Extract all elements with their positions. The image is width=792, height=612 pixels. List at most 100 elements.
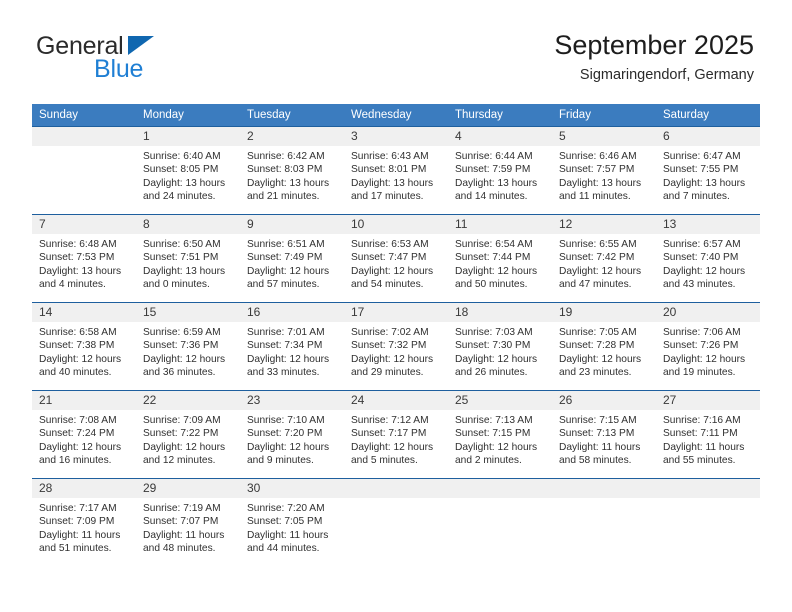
- sunset-text: Sunset: 7:17 PM: [351, 428, 427, 440]
- weekday-header-thursday: Thursday: [448, 104, 552, 126]
- calendar-cell-day-10[interactable]: 10 Sunrise: 6:53 AM Sunset: 7:47 PM Dayligh…: [344, 214, 448, 302]
- daylight-text: and 5 minutes.: [351, 454, 418, 466]
- day-cell[interactable]: 5 Sunrise: 6:46 AM Sunset: 7:57 PM Daylight…: [552, 126, 656, 214]
- daylight-text: and 51 minutes.: [39, 542, 112, 554]
- day-details: Sunrise: 7:08 AM Sunset: 7:24 PM Daylight:…: [32, 410, 136, 467]
- calendar-cell-day-14[interactable]: 14 Sunrise: 6:58 AM Sunset: 7:38 PM Dayligh…: [32, 302, 136, 390]
- calendar-cell-day-30[interactable]: 30 Sunrise: 7:20 AM Sunset: 7:05 PM Dayligh…: [240, 478, 344, 566]
- sunset-text: Sunset: 8:01 PM: [351, 164, 427, 176]
- calendar-cell-day-7[interactable]: 7 Sunrise: 6:48 AM Sunset: 7:53 PM Daylight…: [32, 214, 136, 302]
- day-cell[interactable]: 18 Sunrise: 7:03 AM Sunset: 7:30 PM Dayligh…: [448, 302, 552, 390]
- day-cell[interactable]: 21 Sunrise: 7:08 AM Sunset: 7:24 PM Dayligh…: [32, 390, 136, 478]
- daylight-text: Daylight: 12 hours: [247, 441, 330, 453]
- calendar-cell-day-8[interactable]: 8 Sunrise: 6:50 AM Sunset: 7:51 PM Daylight…: [136, 214, 240, 302]
- day-cell[interactable]: 23 Sunrise: 7:10 AM Sunset: 7:20 PM Dayligh…: [240, 390, 344, 478]
- day-cell[interactable]: 28 Sunrise: 7:17 AM Sunset: 7:09 PM Dayligh…: [32, 478, 136, 566]
- calendar-cell-day-6[interactable]: 6 Sunrise: 6:47 AM Sunset: 7:55 PM Daylight…: [656, 126, 760, 214]
- calendar-cell-day-20[interactable]: 20 Sunrise: 7:06 AM Sunset: 7:26 PM Dayligh…: [656, 302, 760, 390]
- day-details: Sunrise: 6:43 AM Sunset: 8:01 PM Daylight:…: [344, 146, 448, 203]
- sunset-text: Sunset: 7:40 PM: [663, 252, 739, 264]
- day-cell[interactable]: 14 Sunrise: 6:58 AM Sunset: 7:38 PM Dayligh…: [32, 302, 136, 390]
- calendar-cell-day-28[interactable]: 28 Sunrise: 7:17 AM Sunset: 7:09 PM Dayligh…: [32, 478, 136, 566]
- day-cell[interactable]: 25 Sunrise: 7:13 AM Sunset: 7:15 PM Dayligh…: [448, 390, 552, 478]
- day-number: 18: [448, 303, 552, 322]
- sunset-text: Sunset: 7:53 PM: [39, 252, 115, 264]
- calendar-cell-day-13[interactable]: 13 Sunrise: 6:57 AM Sunset: 7:40 PM Dayligh…: [656, 214, 760, 302]
- daylight-text: Daylight: 12 hours: [455, 265, 538, 277]
- day-details: [552, 498, 656, 502]
- day-cell[interactable]: 19 Sunrise: 7:05 AM Sunset: 7:28 PM Dayligh…: [552, 302, 656, 390]
- calendar-cell-day-21[interactable]: 21 Sunrise: 7:08 AM Sunset: 7:24 PM Dayligh…: [32, 390, 136, 478]
- day-cell[interactable]: 8 Sunrise: 6:50 AM Sunset: 7:51 PM Daylight…: [136, 214, 240, 302]
- day-number: 6: [656, 127, 760, 146]
- calendar-cell-day-1[interactable]: 1 Sunrise: 6:40 AM Sunset: 8:05 PM Daylight…: [136, 126, 240, 214]
- day-number: [344, 479, 448, 498]
- day-cell[interactable]: 30 Sunrise: 7:20 AM Sunset: 7:05 PM Dayligh…: [240, 478, 344, 566]
- calendar-cell-day-3[interactable]: 3 Sunrise: 6:43 AM Sunset: 8:01 PM Daylight…: [344, 126, 448, 214]
- calendar-cell-day-23[interactable]: 23 Sunrise: 7:10 AM Sunset: 7:20 PM Dayligh…: [240, 390, 344, 478]
- calendar-cell-empty: [552, 478, 656, 566]
- day-cell[interactable]: 4 Sunrise: 6:44 AM Sunset: 7:59 PM Daylight…: [448, 126, 552, 214]
- day-cell[interactable]: 26 Sunrise: 7:15 AM Sunset: 7:13 PM Dayligh…: [552, 390, 656, 478]
- daylight-text: Daylight: 13 hours: [247, 177, 330, 189]
- calendar-cell-day-4[interactable]: 4 Sunrise: 6:44 AM Sunset: 7:59 PM Daylight…: [448, 126, 552, 214]
- calendar-body: 1 Sunrise: 6:40 AM Sunset: 8:05 PM Daylight…: [32, 126, 760, 566]
- day-cell[interactable]: 29 Sunrise: 7:19 AM Sunset: 7:07 PM Dayligh…: [136, 478, 240, 566]
- day-cell[interactable]: 2 Sunrise: 6:42 AM Sunset: 8:03 PM Daylight…: [240, 126, 344, 214]
- calendar-cell-day-11[interactable]: 11 Sunrise: 6:54 AM Sunset: 7:44 PM Dayligh…: [448, 214, 552, 302]
- daylight-text: and 36 minutes.: [143, 366, 216, 378]
- day-number: 27: [656, 391, 760, 410]
- calendar-cell-day-24[interactable]: 24 Sunrise: 7:12 AM Sunset: 7:17 PM Dayligh…: [344, 390, 448, 478]
- calendar-cell-day-26[interactable]: 26 Sunrise: 7:15 AM Sunset: 7:13 PM Dayligh…: [552, 390, 656, 478]
- day-number: 2: [240, 127, 344, 146]
- day-number: 4: [448, 127, 552, 146]
- calendar-cell-day-9[interactable]: 9 Sunrise: 6:51 AM Sunset: 7:49 PM Daylight…: [240, 214, 344, 302]
- day-cell[interactable]: 11 Sunrise: 6:54 AM Sunset: 7:44 PM Dayligh…: [448, 214, 552, 302]
- day-cell[interactable]: 3 Sunrise: 6:43 AM Sunset: 8:01 PM Daylight…: [344, 126, 448, 214]
- calendar-cell-day-25[interactable]: 25 Sunrise: 7:13 AM Sunset: 7:15 PM Dayligh…: [448, 390, 552, 478]
- daylight-text: Daylight: 12 hours: [143, 353, 226, 365]
- calendar-cell-day-18[interactable]: 18 Sunrise: 7:03 AM Sunset: 7:30 PM Dayligh…: [448, 302, 552, 390]
- sunset-text: Sunset: 7:13 PM: [559, 428, 635, 440]
- calendar-cell-day-27[interactable]: 27 Sunrise: 7:16 AM Sunset: 7:11 PM Dayligh…: [656, 390, 760, 478]
- calendar-cell-day-5[interactable]: 5 Sunrise: 6:46 AM Sunset: 7:57 PM Daylight…: [552, 126, 656, 214]
- sunrise-text: Sunrise: 7:06 AM: [663, 327, 741, 338]
- day-details: Sunrise: 6:55 AM Sunset: 7:42 PM Daylight:…: [552, 234, 656, 291]
- sunrise-text: Sunrise: 6:44 AM: [455, 151, 533, 162]
- calendar-cell-day-2[interactable]: 2 Sunrise: 6:42 AM Sunset: 8:03 PM Daylight…: [240, 126, 344, 214]
- day-cell[interactable]: 7 Sunrise: 6:48 AM Sunset: 7:53 PM Daylight…: [32, 214, 136, 302]
- calendar-cell-day-12[interactable]: 12 Sunrise: 6:55 AM Sunset: 7:42 PM Dayligh…: [552, 214, 656, 302]
- day-cell[interactable]: 24 Sunrise: 7:12 AM Sunset: 7:17 PM Dayligh…: [344, 390, 448, 478]
- day-cell[interactable]: 10 Sunrise: 6:53 AM Sunset: 7:47 PM Dayligh…: [344, 214, 448, 302]
- day-cell[interactable]: 17 Sunrise: 7:02 AM Sunset: 7:32 PM Dayligh…: [344, 302, 448, 390]
- day-cell[interactable]: 12 Sunrise: 6:55 AM Sunset: 7:42 PM Dayligh…: [552, 214, 656, 302]
- day-details: Sunrise: 6:48 AM Sunset: 7:53 PM Daylight:…: [32, 234, 136, 291]
- calendar-week-row: 1 Sunrise: 6:40 AM Sunset: 8:05 PM Daylight…: [32, 126, 760, 214]
- calendar-cell-day-29[interactable]: 29 Sunrise: 7:19 AM Sunset: 7:07 PM Dayligh…: [136, 478, 240, 566]
- page-header: General Blue September 2025 Sigmaringend…: [0, 0, 792, 100]
- day-cell: [32, 126, 136, 214]
- calendar-cell-day-22[interactable]: 22 Sunrise: 7:09 AM Sunset: 7:22 PM Dayligh…: [136, 390, 240, 478]
- day-cell[interactable]: 22 Sunrise: 7:09 AM Sunset: 7:22 PM Dayligh…: [136, 390, 240, 478]
- calendar-cell-day-17[interactable]: 17 Sunrise: 7:02 AM Sunset: 7:32 PM Dayligh…: [344, 302, 448, 390]
- sunset-text: Sunset: 7:20 PM: [247, 428, 323, 440]
- day-cell[interactable]: 15 Sunrise: 6:59 AM Sunset: 7:36 PM Dayligh…: [136, 302, 240, 390]
- daylight-text: and 16 minutes.: [39, 454, 112, 466]
- day-details: Sunrise: 7:05 AM Sunset: 7:28 PM Daylight:…: [552, 322, 656, 379]
- calendar-cell-day-16[interactable]: 16 Sunrise: 7:01 AM Sunset: 7:34 PM Dayligh…: [240, 302, 344, 390]
- calendar-cell-day-19[interactable]: 19 Sunrise: 7:05 AM Sunset: 7:28 PM Dayligh…: [552, 302, 656, 390]
- day-cell[interactable]: 27 Sunrise: 7:16 AM Sunset: 7:11 PM Dayligh…: [656, 390, 760, 478]
- day-cell[interactable]: 1 Sunrise: 6:40 AM Sunset: 8:05 PM Daylight…: [136, 126, 240, 214]
- calendar-week-row: 14 Sunrise: 6:58 AM Sunset: 7:38 PM Dayligh…: [32, 302, 760, 390]
- sunrise-text: Sunrise: 7:19 AM: [143, 503, 221, 514]
- day-cell[interactable]: 13 Sunrise: 6:57 AM Sunset: 7:40 PM Dayligh…: [656, 214, 760, 302]
- day-cell[interactable]: 9 Sunrise: 6:51 AM Sunset: 7:49 PM Daylight…: [240, 214, 344, 302]
- day-cell[interactable]: 6 Sunrise: 6:47 AM Sunset: 7:55 PM Daylight…: [656, 126, 760, 214]
- day-cell[interactable]: 20 Sunrise: 7:06 AM Sunset: 7:26 PM Dayligh…: [656, 302, 760, 390]
- daylight-text: Daylight: 11 hours: [143, 529, 225, 541]
- sunset-text: Sunset: 7:07 PM: [143, 516, 219, 528]
- day-cell[interactable]: 16 Sunrise: 7:01 AM Sunset: 7:34 PM Dayligh…: [240, 302, 344, 390]
- calendar-cell-day-15[interactable]: 15 Sunrise: 6:59 AM Sunset: 7:36 PM Dayligh…: [136, 302, 240, 390]
- logo-general-label: General: [36, 32, 124, 60]
- day-details: [344, 498, 448, 502]
